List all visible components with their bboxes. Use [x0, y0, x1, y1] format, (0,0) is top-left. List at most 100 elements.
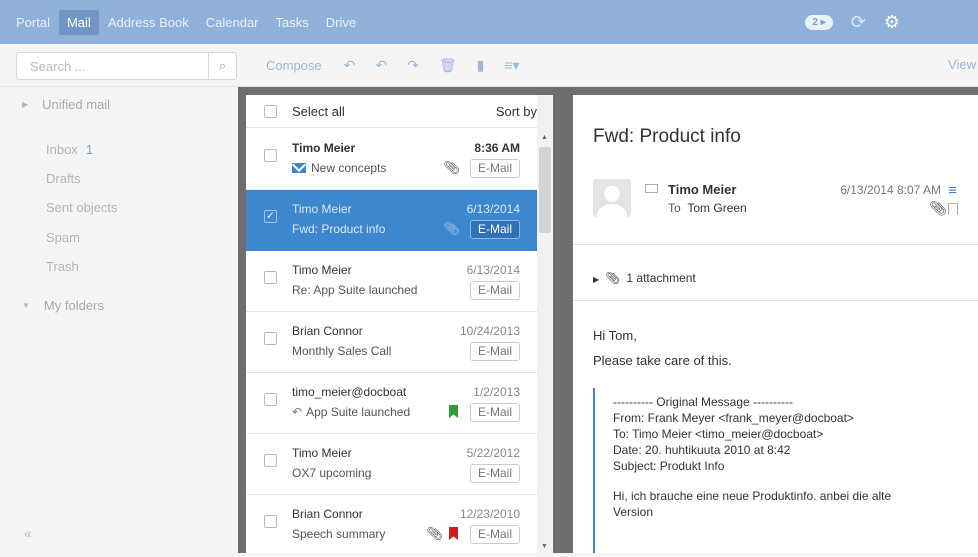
row-checkbox-checked[interactable]: ✓ — [264, 210, 277, 223]
app-address-book[interactable]: Address Book — [100, 10, 197, 35]
app-calendar[interactable]: Calendar — [198, 10, 267, 35]
folder-spam[interactable]: Spam — [46, 230, 80, 245]
row-checkbox[interactable] — [264, 332, 277, 345]
paperclip-icon: 📎︎ — [929, 200, 947, 216]
folder-drafts[interactable]: Drafts — [46, 171, 81, 186]
message-row[interactable]: timo_meier@docboat 1/2/2013 ↶ App Suite l… — [246, 373, 538, 434]
message-date: 8:36 AM — [474, 141, 520, 155]
app-launcher: Portal Mail Address Book Calendar Tasks … — [8, 0, 365, 44]
mail-content-frame: Select all Sort by Timo Meier 8:36 AM Ne… — [238, 87, 978, 553]
unread-count: 1 — [85, 142, 94, 157]
more-menu-icon[interactable]: ≡▾ — [504, 57, 519, 74]
unified-mail-label: Unified mail — [42, 97, 111, 112]
message-date: 6/13/2014 — [466, 202, 520, 216]
attachments-label: 1 attachment — [626, 271, 696, 285]
scrollbar-thumb[interactable] — [539, 147, 551, 233]
green-flag-icon — [449, 405, 458, 418]
message-subject: OX7 upcoming — [292, 466, 372, 480]
message-subject: Speech summary — [292, 527, 386, 541]
message-row[interactable]: Timo Meier 8:36 AM New concepts 📎︎ E-Mai… — [246, 129, 538, 190]
quote-to: To: Timo Meier <timo_meier@docboat> — [613, 427, 824, 441]
message-row[interactable]: Timo Meier 6/13/2014 Re: App Suite launc… — [246, 251, 538, 312]
replied-icon: ↶ — [292, 405, 303, 419]
my-folders-section[interactable]: ▼ My folders — [0, 298, 104, 313]
row-checkbox[interactable] — [264, 393, 277, 406]
select-all-label[interactable]: Select all — [292, 104, 345, 119]
app-tasks[interactable]: Tasks — [268, 10, 317, 35]
refresh-icon[interactable]: ⟳ — [851, 13, 866, 31]
settings-gear-icon[interactable]: ⚙ — [884, 13, 900, 31]
message-subject: New concepts — [292, 161, 386, 175]
folder-sent-objects[interactable]: Sent objects — [46, 200, 118, 215]
sort-by-button[interactable]: Sort by — [496, 104, 537, 119]
category-tag: E-Mail — [470, 342, 520, 361]
bookmark-icon[interactable]: ▮ — [477, 57, 485, 74]
divider — [573, 300, 978, 301]
toolbar-actions: Compose ↶ ↶ ↷ 🗑︎ ▮ ≡▾ — [266, 44, 540, 87]
paperclip-icon: 📎︎ — [443, 160, 460, 175]
row-checkbox[interactable] — [264, 271, 277, 284]
message-row[interactable]: Brian Connor 12/23/2010 Speech summary 📎… — [246, 495, 538, 553]
category-tag: E-Mail — [470, 403, 520, 422]
search-input[interactable] — [17, 53, 197, 79]
paperclip-icon: 📎︎ — [443, 221, 460, 236]
row-checkbox[interactable] — [264, 149, 277, 162]
message-list-scrollbar[interactable]: ▲ ▼ — [537, 95, 553, 553]
view-button[interactable]: View — [948, 57, 976, 72]
sender-name[interactable]: Timo Meier — [668, 182, 736, 197]
reply-all-icon[interactable]: ↶ — [375, 57, 387, 74]
message-from: Timo Meier — [292, 446, 352, 460]
folder-sidebar: ▶ Unified mail Inbox 1 Drafts Sent object… — [0, 88, 238, 557]
quote-text-line: Version — [613, 505, 654, 519]
message-date: 6/13/2014 — [466, 263, 520, 277]
folder-inbox[interactable]: Inbox 1 — [46, 142, 93, 157]
select-all-checkbox[interactable] — [264, 105, 277, 118]
message-row-selected[interactable]: ✓ Timo Meier 6/13/2014 Fwd: Product info… — [246, 190, 538, 251]
app-portal[interactable]: Portal — [8, 10, 58, 35]
message-date: 5/22/2012 — [466, 446, 520, 460]
collapse-sidebar-icon[interactable]: « — [24, 525, 32, 541]
paperclip-icon: 📎︎ — [605, 271, 621, 285]
caret-down-icon[interactable]: ▼ — [22, 301, 30, 310]
row-checkbox[interactable] — [264, 515, 277, 528]
search-icon[interactable]: ⌕ — [208, 53, 236, 79]
bookmark-outline-icon[interactable] — [948, 203, 958, 215]
message-from: Timo Meier — [292, 202, 352, 216]
message-date: 1/2/2013 — [473, 385, 520, 399]
reply-icon[interactable]: ↶ — [344, 57, 356, 74]
scroll-down-icon[interactable]: ▼ — [541, 543, 548, 550]
forward-icon[interactable]: ↷ — [407, 57, 419, 74]
message-list: Select all Sort by Timo Meier 8:36 AM Ne… — [246, 95, 545, 553]
quote-spacer — [613, 474, 953, 488]
app-mail[interactable]: Mail — [58, 9, 99, 35]
delete-icon[interactable]: 🗑︎ — [439, 57, 457, 74]
sender-avatar — [593, 179, 631, 217]
message-row[interactable]: Timo Meier 5/22/2012 OX7 upcoming E-Mail — [246, 434, 538, 495]
quote-date: Date: 20. huhtikuuta 2010 at 8:42 — [613, 443, 791, 457]
quote-header: ---------- Original Message ---------- — [613, 395, 793, 409]
subject-text: App Suite launched — [306, 405, 411, 419]
compose-button[interactable]: Compose — [266, 58, 322, 73]
message-from: Timo Meier — [292, 263, 352, 277]
row-checkbox[interactable] — [264, 454, 277, 467]
folder-trash[interactable]: Trash — [46, 259, 79, 274]
recipient-line: To Tom Green — [668, 201, 747, 215]
recipient-name[interactable]: Tom Green — [687, 201, 746, 215]
message-row[interactable]: Brian Connor 10/24/2013 Monthly Sales Ca… — [246, 312, 538, 373]
message-date: 12/23/2010 — [459, 507, 520, 521]
message-subject: Re: App Suite launched — [292, 283, 418, 297]
category-tag: E-Mail — [470, 525, 520, 544]
app-drive[interactable]: Drive — [318, 10, 364, 35]
unified-mail-section[interactable]: ▶ Unified mail — [0, 97, 110, 112]
notification-badge[interactable]: 2 ▸ — [805, 14, 833, 30]
to-prefix: To — [668, 201, 681, 215]
subject-text: New concepts — [311, 161, 387, 175]
body-text: Please take care of this. — [593, 353, 732, 368]
paperclip-icon: 📎︎ — [426, 526, 443, 541]
message-menu-icon[interactable]: ≡ — [948, 182, 957, 199]
my-folders-label: My folders — [43, 298, 104, 313]
scroll-up-icon[interactable]: ▲ — [541, 134, 548, 141]
caret-right-icon[interactable]: ▶ — [22, 100, 28, 109]
top-navigation-bar: Portal Mail Address Book Calendar Tasks … — [0, 0, 978, 44]
attachments-toggle[interactable]: ▶ 📎︎ 1 attachment — [593, 271, 696, 285]
